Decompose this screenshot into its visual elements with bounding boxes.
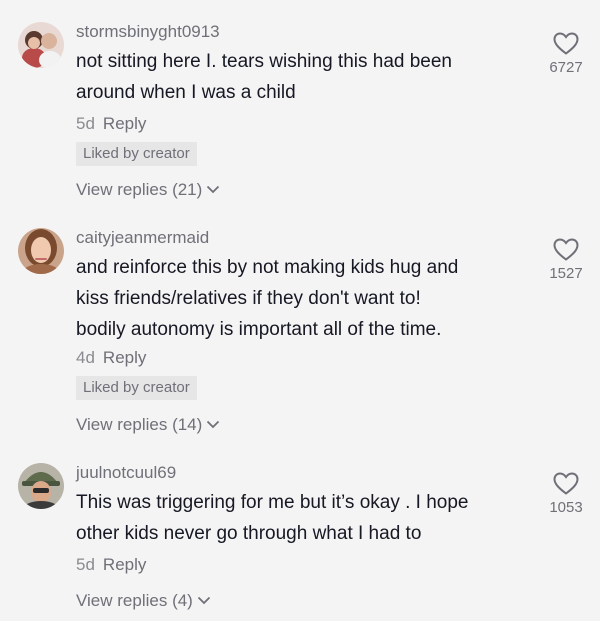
like-count: 1527 [549, 265, 583, 282]
view-replies-label: View replies (21) [76, 180, 203, 199]
comment-age: 5d [76, 555, 95, 574]
comment-username[interactable]: juulnotcuul69 [76, 463, 176, 483]
reply-button[interactable]: Reply [103, 555, 146, 574]
comment-meta: 5d Reply [76, 555, 146, 575]
like-count: 1053 [549, 499, 583, 516]
comment-text-line: kiss friends/relatives if they don't wan… [76, 288, 421, 309]
comment-text: not sitting here I. tears wishing this h… [76, 46, 526, 108]
comment-text-line: around when I was a child [76, 82, 296, 103]
comment-item: juulnotcuul69 This was triggering for me… [0, 463, 600, 613]
comment-meta: 4d Reply [76, 348, 146, 368]
comment-meta: 5d Reply [76, 114, 146, 134]
like-button[interactable]: 1053 [538, 472, 594, 516]
chevron-down-icon [206, 179, 220, 199]
liked-by-creator-badge: Liked by creator [76, 142, 197, 166]
comment-text: This was triggering for me but it’s okay… [76, 487, 526, 549]
view-replies-label: View replies (4) [76, 591, 193, 610]
view-replies-button[interactable]: View replies (21) [76, 180, 220, 200]
comment-item: caityjeanmermaid and reinforce this by n… [0, 228, 600, 438]
avatar[interactable] [18, 463, 64, 509]
comment-age: 4d [76, 348, 95, 367]
view-replies-button[interactable]: View replies (14) [76, 415, 220, 435]
comment-username[interactable]: caityjeanmermaid [76, 228, 209, 248]
liked-by-creator-badge: Liked by creator [76, 376, 197, 400]
view-replies-button[interactable]: View replies (4) [76, 591, 211, 611]
chevron-down-icon [197, 590, 211, 610]
comment-text-line: not sitting here I. tears wishing this h… [76, 51, 453, 72]
chevron-down-icon [206, 414, 220, 434]
like-count: 6727 [549, 59, 583, 76]
like-button[interactable]: 1527 [538, 238, 594, 282]
comment-age: 5d [76, 114, 95, 133]
heart-outline-icon [538, 32, 594, 55]
reply-button[interactable]: Reply [103, 114, 146, 133]
comment-username[interactable]: stormsbinyght0913 [76, 22, 220, 42]
reply-button[interactable]: Reply [103, 348, 146, 367]
like-button[interactable]: 6727 [538, 32, 594, 76]
comment-text-line: bodily autonomy is important all of the … [76, 319, 442, 340]
comment-text-line: This was triggering for me but it’s okay… [76, 492, 469, 513]
view-replies-label: View replies (14) [76, 415, 203, 434]
comment-text-line: other kids never go through what I had t… [76, 523, 422, 544]
comment-text-line: and reinforce this by not making kids hu… [76, 257, 459, 278]
heart-outline-icon [538, 238, 594, 261]
comment-item: stormsbinyght0913 not sitting here I. te… [0, 22, 600, 212]
avatar[interactable] [18, 22, 64, 68]
heart-outline-icon [538, 472, 594, 495]
comment-text: and reinforce this by not making kids hu… [76, 252, 526, 345]
avatar[interactable] [18, 228, 64, 274]
